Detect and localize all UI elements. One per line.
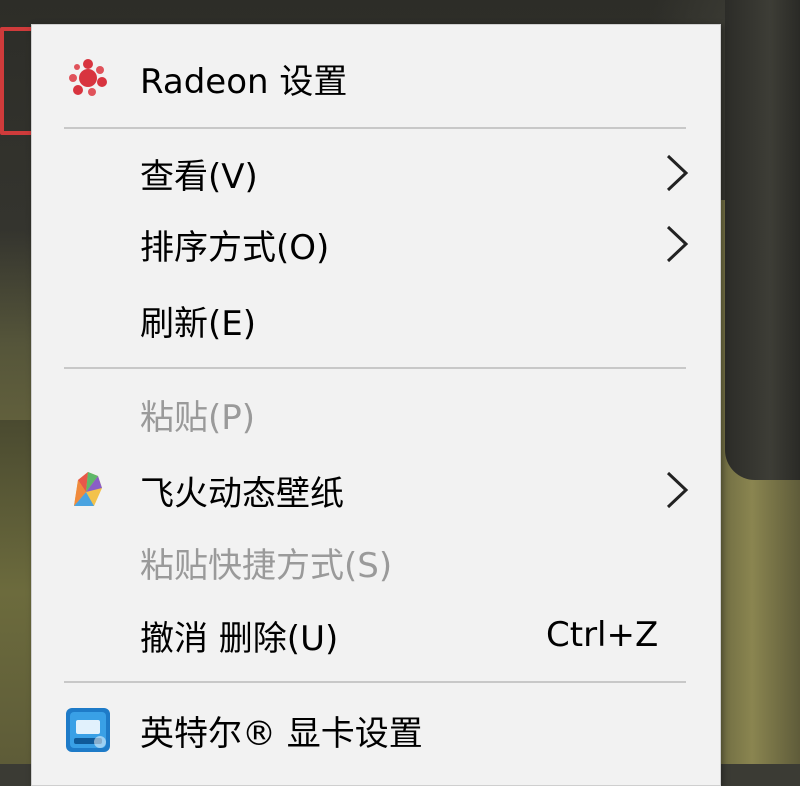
menu-item-label: 粘贴快捷方式(S) [140,545,393,586]
menu-item-label: 刷新(E) [140,303,257,344]
menu-item-refresh[interactable]: 刷新(E) [32,285,720,355]
menu-item-label: Radeon 设置 [140,61,348,102]
desktop-context-menu: Radeon 设置 查看(V) 排序方式(O) 刷新(E) 粘贴(P) 飞火动态… [31,24,721,786]
menu-item-shortcut: Ctrl+Z [546,615,659,655]
menu-item-feihuo-wallpaper[interactable]: 飞火动态壁纸 [32,455,720,525]
menu-separator [64,367,686,369]
menu-item-intel-graphics-settings[interactable]: 英特尔® 显卡设置 [32,695,720,765]
feihuo-wallpaper-icon [74,472,102,506]
menu-item-radeon-settings[interactable]: Radeon 设置 [32,43,720,113]
menu-item-label: 查看(V) [140,156,258,197]
radeon-icon [69,59,107,96]
chevron-right-icon [666,471,689,509]
menu-item-label: 排序方式(O) [140,227,330,268]
menu-item-label: 飞火动态壁纸 [140,473,344,514]
menu-separator [64,127,686,129]
menu-item-paste-shortcut: 粘贴快捷方式(S) [32,527,720,597]
menu-separator [64,681,686,683]
chevron-right-icon [666,225,689,263]
menu-item-label: 英特尔® 显卡设置 [140,713,423,754]
menu-item-label: 粘贴(P) [140,397,256,438]
menu-item-view[interactable]: 查看(V) [32,138,720,208]
menu-item-paste: 粘贴(P) [32,379,720,449]
menu-item-undo-delete[interactable]: 撤消 删除(U) Ctrl+Z [32,600,720,670]
wallpaper-elephant [725,0,800,480]
intel-graphics-icon [66,708,110,752]
menu-item-label: 撤消 删除(U) [140,618,339,659]
menu-item-sort-by[interactable]: 排序方式(O) [32,209,720,279]
chevron-right-icon [666,154,689,192]
